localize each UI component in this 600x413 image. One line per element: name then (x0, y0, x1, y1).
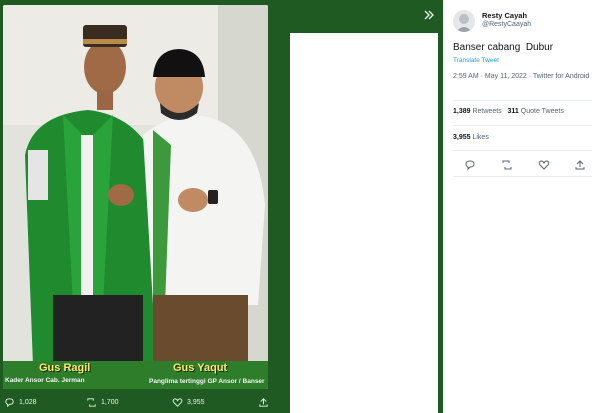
caption-left-subtitle: Kader Ansor Cab. Jerman (5, 377, 85, 384)
heart-icon (172, 398, 183, 407)
chevrons-right-icon[interactable] (420, 8, 438, 26)
quote-tweets-stat[interactable]: 311 Quote Tweets (508, 108, 564, 115)
tweet-photo[interactable]: Gus Ragil Kader Ansor Cab. Jerman Gus Ya… (3, 5, 268, 389)
reply-button[interactable]: 1,028 (4, 397, 37, 408)
tweet-text: Banser cabang Dubur (453, 42, 554, 53)
translate-tweet-link[interactable]: Translate Tweet (453, 57, 499, 64)
tweet-action-bar (444, 156, 600, 172)
caption-left-name: Gus Ragil (39, 362, 91, 374)
display-name[interactable]: Resty Cayah (482, 11, 527, 20)
like-button[interactable]: 3,955 (172, 397, 205, 408)
quotes-label: Quote Tweets (520, 108, 564, 115)
divider (453, 176, 592, 177)
heart-icon[interactable] (538, 158, 550, 170)
avatar[interactable] (453, 10, 475, 32)
reply-count: 1,028 (19, 399, 37, 406)
media-side-area (290, 33, 438, 413)
retweet-icon[interactable] (501, 158, 513, 170)
media-viewer: Gus Ragil Kader Ansor Cab. Jerman Gus Ya… (0, 0, 443, 413)
like-count: 3,955 (187, 399, 205, 406)
share-icon (259, 398, 268, 407)
caption-right-subtitle: Panglima tertinggi GP Ansor / Banser (149, 378, 265, 385)
likes-stat[interactable]: 3,955 Likes (453, 134, 489, 141)
divider (453, 150, 592, 151)
avatar-image (453, 10, 475, 32)
likes-count: 3,955 (453, 134, 471, 141)
reply-icon (5, 398, 14, 408)
retweet-button[interactable]: 1,700 (86, 397, 119, 408)
quotes-count: 311 (507, 108, 519, 115)
retweets-label: Retweets (472, 108, 502, 115)
photo-illustration (3, 5, 268, 389)
retweets-count: 1,389 (453, 108, 471, 115)
share-button[interactable] (258, 397, 269, 408)
share-icon[interactable] (574, 158, 586, 170)
media-action-bar: 1,028 1,700 3,955 (0, 393, 290, 413)
retweet-count: 1,700 (101, 399, 119, 406)
user-handle[interactable]: @RestyCaayah (482, 21, 531, 28)
tweet-stats: 1,389 Retweets 311 Quote Tweets (453, 108, 564, 115)
divider (453, 125, 592, 126)
likes-label: Likes (472, 134, 489, 141)
retweets-stat[interactable]: 1,389 Retweets (453, 108, 502, 115)
retweet-icon (87, 398, 96, 407)
tweet-detail-panel: Resty Cayah @RestyCaayah Banser cabang D… (443, 0, 600, 413)
reply-icon[interactable] (464, 158, 476, 171)
divider (453, 100, 592, 101)
caption-right-name: Gus Yaqut (173, 362, 228, 374)
chevrons-right-icon-graphic (424, 10, 434, 20)
tweet-meta: 2:59 AM · May 11, 2022 · Twitter for And… (453, 73, 590, 80)
